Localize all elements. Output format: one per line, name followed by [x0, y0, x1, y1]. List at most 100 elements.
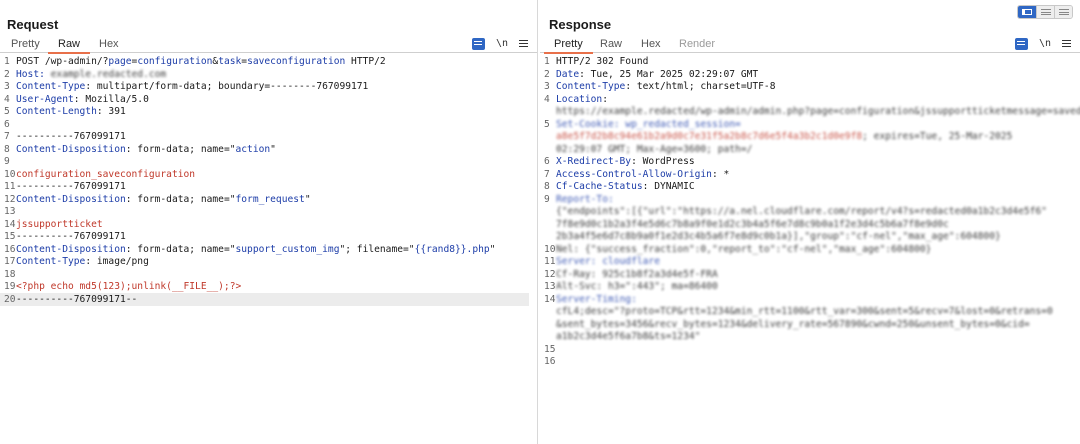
layout-switch [1017, 5, 1073, 19]
code-token: : WordPress [631, 156, 695, 167]
menu-icon[interactable] [1062, 40, 1071, 48]
code-line: 8 Cf-Cache-Status: DYNAMIC [540, 180, 1072, 193]
code-line: 10configuration_saveconfiguration [0, 168, 529, 181]
line-number: 7 [544, 168, 550, 180]
request-tab-pretty[interactable]: Pretty [9, 37, 42, 51]
line-number: 11 [4, 181, 16, 192]
newline-toggle-icon[interactable]: \n [1039, 38, 1051, 50]
line-number: 15 [544, 343, 556, 355]
code-token: " [270, 143, 276, 155]
response-tab-raw[interactable]: Raw [598, 37, 624, 51]
code-token: "; filename=" [339, 243, 415, 255]
line-number: 13 [4, 206, 16, 217]
code-token: Server: cloudflare [556, 256, 660, 267]
code-line: 3 Content-Type: multipart/form-data; boun… [0, 80, 529, 93]
line-content: Content-Disposition: form-data; name="fo… [16, 194, 311, 205]
line-number: 3 [544, 81, 550, 92]
line-number: 13 [544, 281, 556, 292]
line-number: 1 [544, 56, 550, 67]
code-line: 9 [0, 155, 529, 168]
request-tab-hex[interactable]: Hex [97, 37, 121, 51]
code-token: : form-data; name=" [125, 243, 236, 255]
line-content: Alt-Svc: h3=":443"; ma=86400 [556, 281, 718, 292]
code-token: Server-Timing: [556, 293, 637, 305]
code-token: HTTP/2 302 Found [556, 56, 649, 67]
line-number: 2 [4, 68, 10, 80]
code-line: 8 Content-Disposition: form-data; name="a… [0, 143, 529, 156]
code-token: Report-To: [556, 193, 614, 205]
line-content: 7f8e9d0c1b2a3f4e5d6c7b8a9f0e1d2c3b4a5f6e… [556, 219, 949, 230]
layout-stacked-button[interactable] [1036, 6, 1054, 18]
code-token: : 391 [96, 106, 126, 117]
request-editor[interactable]: 1 POST /wp-admin/?page=configuration&task… [0, 55, 537, 444]
line-content: configuration_saveconfiguration [16, 169, 195, 180]
line-content: Server: cloudflare [556, 256, 660, 267]
line-content: Content-Disposition: form-data; name="ac… [16, 144, 276, 155]
line-number: 3 [4, 81, 10, 92]
code-token: jssupportticket [16, 218, 103, 230]
code-token: form_request [235, 193, 305, 205]
code-token: Content-Type [16, 256, 86, 267]
code-line: 02:29:07 GMT; Max-Age=3600; path=/ [540, 143, 1072, 156]
line-number: 12 [544, 268, 556, 280]
code-line: 1 HTTP/2 302 Found [540, 55, 1072, 68]
line-number: 7 [4, 131, 10, 142]
code-line: 4 Location: [540, 93, 1072, 106]
response-title: Response [549, 17, 612, 32]
code-token: Cf-Ray: 925c1b8f2a3d4e5f-FRA [556, 268, 718, 280]
code-line: 10Nel: {"success_fraction":0,"report_to"… [540, 243, 1072, 256]
newline-toggle-icon[interactable]: \n [496, 38, 508, 50]
layout-side-by-side-button[interactable] [1018, 6, 1036, 18]
line-number: 10 [4, 168, 16, 180]
request-tab-raw[interactable]: Raw [47, 37, 91, 54]
code-token: Host: [16, 68, 51, 80]
code-token: : Mozilla/5.0 [73, 93, 149, 105]
code-line: 2 Host: example.redacted.com [0, 68, 529, 81]
response-tab-hex[interactable]: Hex [639, 37, 663, 51]
line-number: 6 [544, 156, 550, 167]
code-line: 13Alt-Svc: h3=":443"; ma=86400 [540, 280, 1072, 293]
code-line: 4 User-Agent: Mozilla/5.0 [0, 93, 529, 106]
code-line: 13 [0, 205, 529, 218]
line-number: 5 [4, 106, 10, 117]
line-content: Content-Length: 391 [16, 106, 126, 117]
menu-icon[interactable] [519, 40, 528, 48]
code-token: ----------767099171 [16, 231, 126, 242]
line-number: 2 [544, 68, 550, 80]
code-line: 12Content-Disposition: form-data; name="… [0, 193, 529, 206]
code-token: : text/html; charset=UTF-8 [625, 81, 776, 92]
line-number: 10 [544, 243, 556, 255]
code-token: Content-Length [16, 106, 97, 117]
code-token: Content-Disposition [16, 143, 126, 155]
request-tabs: Pretty Raw Hex [0, 36, 537, 54]
wrap-lines-icon[interactable] [471, 38, 485, 50]
layout-tabs-button[interactable] [1054, 6, 1072, 18]
line-content: Cf-Ray: 925c1b8f2a3d4e5f-FRA [556, 269, 718, 280]
code-token: ----------767099171 [16, 131, 126, 142]
wrap-lines-icon[interactable] [1014, 38, 1028, 50]
code-token: saveconfiguration [247, 56, 346, 67]
tabs-layout-icon [1058, 9, 1069, 15]
request-toolbar: \n [471, 37, 528, 51]
code-token: ----------767099171 [16, 181, 126, 192]
line-number: 16 [4, 243, 16, 255]
code-line: 1 POST /wp-admin/?page=configuration&task… [0, 55, 529, 68]
response-editor[interactable]: 1 HTTP/2 302 Found 2 Date: Tue, 25 Mar 2025… [540, 55, 1080, 444]
code-token: Content-Type [556, 81, 626, 92]
code-token: configuration [137, 56, 213, 67]
line-content: Nel: {"success_fraction":0,"report_to":"… [556, 244, 931, 255]
code-token: Set-Cookie: wp_redacted_session= [556, 118, 741, 130]
code-line: 17Content-Type: image/png [0, 255, 529, 268]
code-line: 2b3a4f5e6d7c8b9a0f1e2d3c4b5a6f7e8d9c0b1a… [540, 230, 1072, 243]
code-token: 02:29:07 GMT; Max-Age=3600; path=/ [556, 143, 753, 155]
code-line: 7 Access-Control-Allow-Origin: * [540, 168, 1072, 181]
response-tab-pretty[interactable]: Pretty [544, 37, 593, 54]
code-line: 9 Report-To: [540, 193, 1072, 206]
line-content: jssupportticket [16, 219, 103, 230]
code-token: example.redacted.com [50, 68, 167, 80]
line-number: 20 [4, 293, 16, 305]
response-tab-render[interactable]: Render [677, 37, 717, 51]
code-line: 15 [540, 343, 1072, 356]
code-token: ----------767099171-- [16, 293, 138, 305]
